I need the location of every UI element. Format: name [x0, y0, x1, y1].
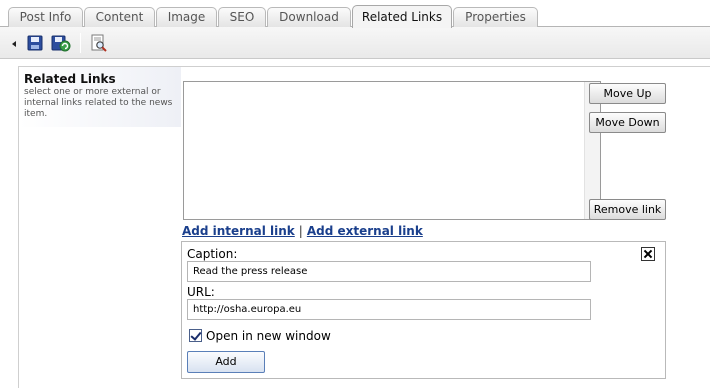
tab-post-info[interactable]: Post Info	[8, 7, 83, 27]
tab-image[interactable]: Image	[156, 7, 217, 27]
toolbar-separator	[80, 33, 81, 53]
open-new-window-label: Open in new window	[206, 329, 331, 343]
url-input[interactable]: http://osha.europa.eu	[187, 299, 591, 320]
toolbar	[0, 27, 710, 59]
add-links-row: Add internal link | Add external link	[182, 224, 423, 238]
add-external-link[interactable]: Add external link	[307, 224, 423, 238]
link-editor: Caption: Read the press release URL: htt…	[181, 241, 666, 379]
section-title: Related Links	[24, 72, 116, 86]
caption-input[interactable]: Read the press release	[187, 261, 591, 282]
save-icon[interactable]	[26, 34, 44, 52]
tab-seo[interactable]: SEO	[218, 7, 266, 27]
save-and-refresh-icon[interactable]	[51, 34, 71, 52]
collapse-arrow-icon[interactable]	[12, 41, 16, 47]
label-column: Related Links select one or more externa…	[19, 67, 181, 127]
tab-bar: Post Info Content Image SEO Download Rel…	[0, 0, 710, 28]
links-listbox[interactable]	[183, 81, 601, 220]
tab-content[interactable]: Content	[84, 7, 155, 27]
add-button[interactable]: Add	[187, 351, 265, 373]
tab-properties[interactable]: Properties	[453, 7, 538, 27]
close-icon[interactable]	[641, 247, 655, 261]
move-up-button[interactable]: Move Up	[589, 83, 666, 104]
section-description: select one or more external or internal …	[24, 87, 173, 119]
add-internal-link[interactable]: Add internal link	[182, 224, 295, 238]
related-links-panel: Related Links select one or more externa…	[18, 66, 710, 388]
remove-link-button[interactable]: Remove link	[589, 199, 666, 220]
link-separator: |	[298, 224, 303, 238]
tab-download[interactable]: Download	[267, 7, 351, 27]
move-down-button[interactable]: Move Down	[589, 112, 666, 133]
tab-related-links[interactable]: Related Links	[352, 5, 452, 28]
url-label: URL:	[187, 285, 215, 299]
open-new-window-checkbox[interactable]	[189, 329, 202, 342]
preview-icon[interactable]	[90, 34, 108, 52]
caption-label: Caption:	[187, 247, 238, 261]
